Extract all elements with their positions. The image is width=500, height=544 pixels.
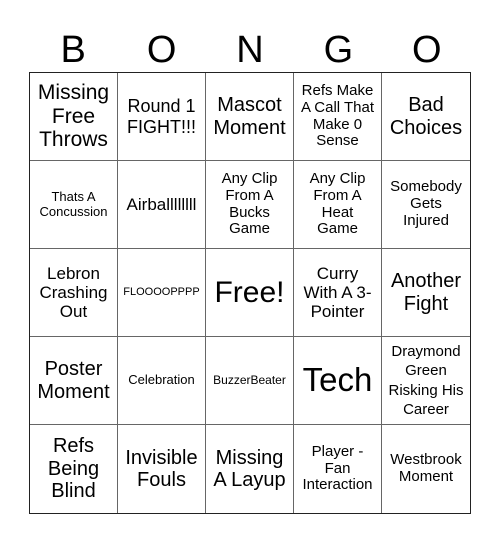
bingo-cell[interactable]: Poster Moment <box>30 337 118 425</box>
bingo-cell[interactable]: Any Clip From A Heat Game <box>294 161 382 249</box>
bingo-cell[interactable]: Player - Fan Interaction <box>294 425 382 513</box>
bingo-header: B O N G O <box>29 28 471 72</box>
cell-text: Refs Make A Call That Make 0 Sense <box>300 81 375 150</box>
cell-text: Poster Moment <box>37 358 110 403</box>
cell-text: Bad Choices <box>389 94 463 139</box>
cell-text: Airballllllll <box>126 194 197 214</box>
bingo-cell[interactable]: Thats A Concussion <box>30 161 118 249</box>
cell-text: Invisible Fouls <box>125 446 198 491</box>
header-letter-g: G <box>323 29 354 71</box>
bingo-cell[interactable]: BuzzerBeater <box>206 337 294 425</box>
cell-text: Refs Being Blind <box>47 435 100 503</box>
bingo-cell[interactable]: Round 1 FIGHT!!! <box>118 73 206 161</box>
bingo-cell[interactable]: Mascot Moment <box>206 73 294 161</box>
bingo-cell[interactable]: Bad Choices <box>382 73 470 161</box>
bingo-cell[interactable]: Refs Being Blind <box>30 425 118 513</box>
cell-text: Thats A Concussion <box>39 188 108 219</box>
bingo-cell[interactable]: Refs Make A Call That Make 0 Sense <box>294 73 382 161</box>
header-letter-o2: O <box>412 29 442 71</box>
bingo-cell[interactable]: Another Fight <box>382 249 470 337</box>
bingo-cell[interactable]: FLOOOOPPPP <box>118 249 206 337</box>
cell-text: Player - Fan Interaction <box>302 442 373 494</box>
cell-text: Celebration <box>128 372 195 388</box>
cell-text: Tech <box>302 361 373 399</box>
bingo-cell[interactable]: Curry With A 3-Pointer <box>294 249 382 337</box>
cell-text: Another Fight <box>390 270 462 315</box>
bingo-cell[interactable]: Missing A Layup <box>206 425 294 513</box>
bingo-cell[interactable]: Draymond Green Risking His Career <box>382 337 470 425</box>
cell-text: Free! <box>214 275 285 309</box>
cell-text: Draymond Green Risking His Career <box>388 342 464 419</box>
bingo-cell[interactable]: Somebody Gets Injured <box>382 161 470 249</box>
bingo-cell[interactable]: Missing Free Throws <box>30 73 118 161</box>
bingo-cell[interactable]: Lebron Crashing Out <box>30 249 118 337</box>
bingo-cell[interactable]: Westbrook Moment <box>382 425 470 513</box>
bingo-board: Missing Free Throws Round 1 FIGHT!!! Mas… <box>29 72 471 514</box>
cell-text: Missing Free Throws <box>37 81 110 152</box>
cell-text: FLOOOOPPPP <box>123 286 200 299</box>
bingo-cell[interactable]: Any Clip From A Bucks Game <box>206 161 294 249</box>
cell-text: Westbrook Moment <box>390 451 462 485</box>
cell-text: Somebody Gets Injured <box>390 178 462 229</box>
cell-text: Any Clip From A Heat Game <box>309 169 366 238</box>
bingo-cell[interactable]: Tech <box>294 337 382 425</box>
bingo-cell[interactable]: Invisible Fouls <box>118 425 206 513</box>
header-letter-o: O <box>146 29 177 71</box>
cell-text: Lebron Crashing Out <box>39 263 108 322</box>
bingo-cell[interactable]: Celebration <box>118 337 206 425</box>
header-letter-n: N <box>236 29 264 71</box>
cell-text: Curry With A 3-Pointer <box>303 263 372 322</box>
bingo-cell free-space[interactable]: Free! <box>206 249 294 337</box>
cell-text: BuzzerBeater <box>213 372 286 387</box>
cell-text: Mascot Moment <box>213 94 286 139</box>
header-letter-b: B <box>60 29 86 71</box>
cell-text: Any Clip From A Bucks Game <box>221 169 278 238</box>
cell-text: Missing A Layup <box>213 446 286 491</box>
cell-text: Round 1 FIGHT!!! <box>127 96 196 137</box>
bingo-cell[interactable]: Airballllllll <box>118 161 206 249</box>
